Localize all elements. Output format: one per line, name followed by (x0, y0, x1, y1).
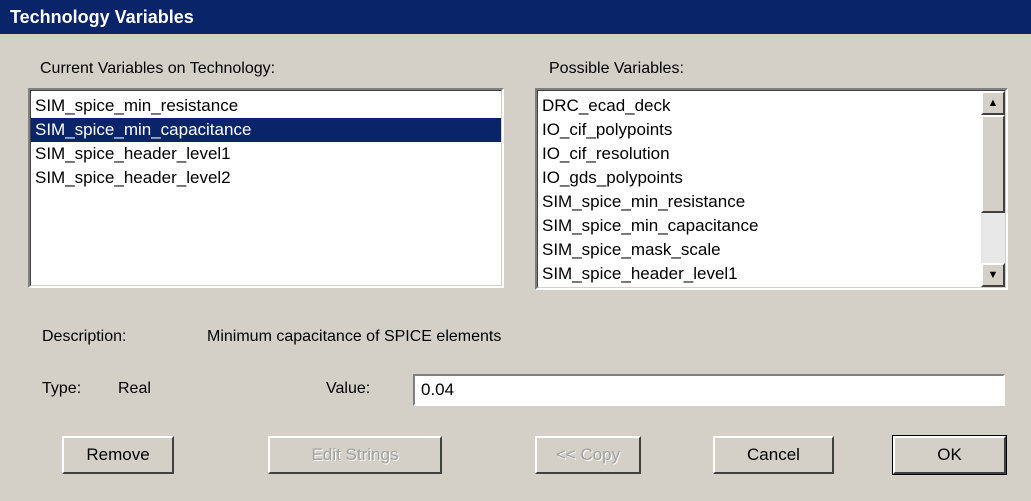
value-label: Value: (326, 380, 371, 397)
list-item[interactable]: SIM_spice_header_level2 (31, 166, 501, 190)
list-item[interactable]: SIM_spice_min_resistance (538, 190, 1005, 214)
possible-variables-list[interactable]: DRC_ecad_deck IO_cif_polypoints IO_cif_res… (535, 88, 1008, 290)
possible-variables-label: Possible Variables: (549, 60, 684, 77)
window-title: Technology Variables (0, 0, 1031, 34)
type-value: Real (118, 380, 151, 397)
list-item[interactable]: SIM_spice_min_capacitance (31, 118, 501, 142)
edit-strings-button[interactable]: Edit Strings (268, 436, 442, 474)
cancel-button[interactable]: Cancel (713, 436, 834, 474)
possible-variables-scrollbar[interactable]: ▲ ▼ (981, 91, 1005, 287)
list-item[interactable]: SIM_spice_header_level1 (538, 262, 1005, 286)
scroll-up-arrow-icon[interactable]: ▲ (981, 91, 1005, 115)
list-item[interactable]: SIM_spice_mask_scale (538, 238, 1005, 262)
list-item[interactable]: IO_gds_polypoints (538, 166, 1005, 190)
value-input[interactable]: 0.04 (413, 374, 1005, 406)
ok-button[interactable]: OK (892, 435, 1007, 475)
description-value: Minimum capacitance of SPICE elements (207, 328, 502, 345)
list-item[interactable]: SIM_spice_min_capacitance (538, 214, 1005, 238)
copy-button[interactable]: << Copy (535, 436, 641, 474)
current-variables-list[interactable]: SIM_spice_min_resistance SIM_spice_min_ca… (28, 88, 504, 288)
list-item[interactable]: IO_cif_resolution (538, 142, 1005, 166)
remove-button[interactable]: Remove (62, 436, 174, 474)
scrollbar-thumb[interactable] (981, 115, 1005, 213)
scroll-down-arrow-icon[interactable]: ▼ (981, 263, 1005, 287)
list-item[interactable]: IO_cif_polypoints (538, 118, 1005, 142)
list-item[interactable]: DRC_ecad_deck (538, 94, 1005, 118)
type-label: Type: (42, 380, 82, 397)
list-item[interactable]: SIM_spice_header_level1 (31, 142, 501, 166)
description-label: Description: (42, 328, 127, 345)
current-variables-label: Current Variables on Technology: (40, 60, 276, 77)
list-item[interactable]: SIM_spice_min_resistance (31, 94, 501, 118)
